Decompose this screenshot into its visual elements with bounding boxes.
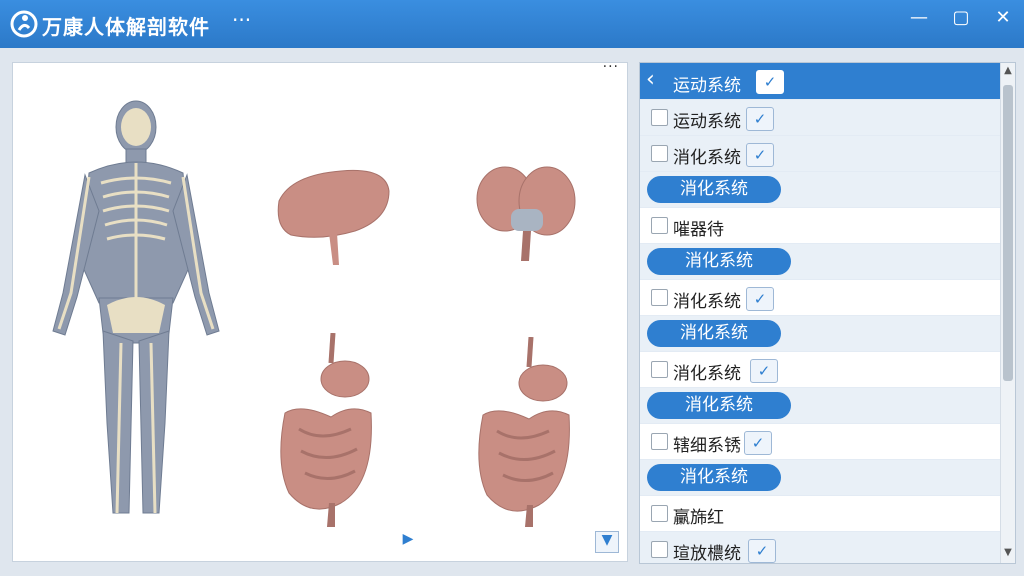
item-checkbox[interactable] (651, 217, 668, 234)
item-checkbox[interactable] (651, 145, 668, 162)
expand-button[interactable]: ▼ (595, 531, 619, 553)
item-checkbox[interactable] (651, 361, 668, 378)
list-item-group[interactable]: 消化系统 (640, 316, 1000, 352)
item-check-icon[interactable]: ✓ (746, 143, 774, 167)
heart-lungs-model[interactable] (471, 157, 581, 269)
item-check-icon[interactable]: ✓ (750, 359, 778, 383)
list-header-label: 运动系统 (673, 76, 741, 96)
title-more-icon[interactable]: ··· (232, 8, 251, 32)
item-check-icon[interactable]: ✓ (746, 287, 774, 311)
list-item[interactable]: 嗺器待 (640, 208, 1000, 244)
list-item[interactable]: 辖细系锈 ✓ (640, 424, 1000, 460)
app-logo-icon (10, 10, 38, 38)
item-label: 消化系统 (673, 148, 741, 168)
title-bar: 万康人体解剖软件 ··· — ▢ ✕ (0, 0, 1024, 48)
digestive-system-model-1[interactable] (271, 333, 391, 529)
item-check-icon[interactable]: ✓ (744, 431, 772, 455)
item-label: 运动系统 (673, 112, 741, 132)
list-item-group[interactable]: 消化系统 (640, 388, 1000, 424)
item-label: 嗺器待 (673, 220, 724, 240)
header-check-icon[interactable]: ✓ (756, 70, 784, 94)
list-item[interactable]: 消化系统 ✓ (640, 136, 1000, 172)
model-viewer-panel: ··· ▶ ▼ (12, 59, 628, 562)
item-checkbox[interactable] (651, 289, 668, 306)
scroll-down-icon[interactable]: ▼ (1002, 547, 1014, 558)
group-pill[interactable]: 消化系统 (647, 176, 781, 203)
item-label: 消化系统 (673, 292, 741, 312)
item-label: 瑄放檂统 (673, 544, 741, 564)
list-item-group[interactable]: 消化系统 (640, 460, 1000, 496)
human-body-model[interactable] (41, 93, 231, 529)
list-item[interactable]: 运动系统 ✓ (640, 100, 1000, 136)
restore-button[interactable]: ▢ (946, 6, 976, 30)
group-pill[interactable]: 消化系统 (647, 464, 781, 491)
list-item-group[interactable]: 消化系统 (640, 172, 1000, 208)
group-pill[interactable]: 消化系统 (647, 392, 791, 419)
app-title: 万康人体解剖软件 (42, 15, 210, 39)
item-checkbox[interactable] (651, 505, 668, 522)
app-window: 万康人体解剖软件 ··· — ▢ ✕ ··· ▶ ▼ ‹ 运动系统 ✓ 运动系统… (0, 0, 1024, 576)
back-chevron-icon[interactable]: ‹ (646, 67, 655, 92)
scroll-up-icon[interactable]: ▲ (1002, 65, 1014, 76)
minimize-button[interactable]: — (904, 6, 934, 30)
item-label: 臝旆红 (673, 508, 724, 528)
group-pill[interactable]: 消化系统 (647, 320, 781, 347)
item-label: 辖细系锈 (673, 436, 741, 456)
item-checkbox[interactable] (651, 109, 668, 126)
digestive-system-model-2[interactable] (467, 337, 587, 529)
list-item[interactable]: 瑄放檂统 ✓ (640, 532, 1000, 564)
scroll-thumb[interactable] (1003, 85, 1013, 381)
list-header-row[interactable]: ‹ 运动系统 ✓ (640, 63, 1000, 100)
list-item[interactable]: 消化系统 ✓ (640, 280, 1000, 316)
item-checkbox[interactable] (651, 433, 668, 450)
item-check-icon[interactable]: ✓ (746, 107, 774, 131)
list-item-group[interactable]: 消化系统 (640, 244, 1000, 280)
item-check-icon[interactable]: ✓ (748, 539, 776, 563)
next-button[interactable]: ▶ (399, 531, 417, 549)
list-scrollbar[interactable]: ▲ ▼ (1000, 63, 1015, 563)
viewer-more-icon[interactable]: ··· (603, 59, 619, 75)
close-button[interactable]: ✕ (988, 6, 1018, 30)
liver-model[interactable] (271, 161, 401, 271)
item-label: 消化系统 (673, 364, 741, 384)
system-list-panel: ‹ 运动系统 ✓ 运动系统 ✓ 消化系统 ✓ 消化系统 嗺器待 消化系统 消化系… (639, 62, 1016, 564)
list-item[interactable]: 消化系统 ✓ (640, 352, 1000, 388)
group-pill[interactable]: 消化系统 (647, 248, 791, 275)
list-item[interactable]: 臝旆红 (640, 496, 1000, 532)
system-list: ‹ 运动系统 ✓ 运动系统 ✓ 消化系统 ✓ 消化系统 嗺器待 消化系统 消化系… (640, 63, 1000, 564)
item-checkbox[interactable] (651, 541, 668, 558)
